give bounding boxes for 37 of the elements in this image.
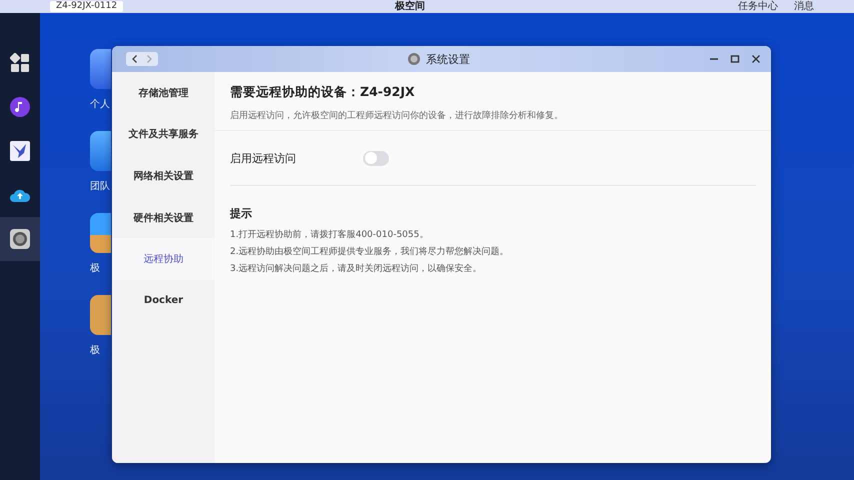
app-grid-icon: [10, 53, 30, 73]
sidebar-item[interactable]: 远程协助: [112, 238, 215, 280]
app-icon[interactable]: [90, 49, 111, 89]
tip-text: 1.打开远程协助前，请拨打客服400-010-5055。: [230, 228, 430, 242]
bird-icon: [10, 141, 30, 161]
sidebar-item[interactable]: 文件及共享服务: [112, 114, 215, 156]
device-name-field[interactable]: Z4-92JX-0112: [50, 1, 124, 12]
back-icon[interactable]: [130, 54, 140, 64]
sidebar-item[interactable]: 存储池管理: [112, 72, 215, 114]
sidebar-item[interactable]: 硬件相关设置: [112, 196, 215, 238]
app-icon[interactable]: [90, 213, 111, 253]
settings-icon: [408, 53, 420, 65]
tips-title: 提示: [230, 206, 253, 221]
toggle-switch[interactable]: [363, 150, 389, 166]
page-heading: 需要远程协助的设备：Z4-92JX: [230, 84, 416, 101]
app-icon[interactable]: [90, 295, 111, 335]
app-label: 个人: [90, 98, 110, 111]
app-label: 极: [90, 262, 100, 275]
description-text: 启用远程访问，允许极空间的工程师远程访问你的设备，进行故障排除分析和修复。: [230, 110, 564, 122]
logo-text: 极空间: [395, 0, 425, 12]
toggle-label: 启用远程访问: [230, 150, 297, 166]
cloud-upload-icon: [9, 187, 31, 203]
sidebar-item[interactable]: 网络相关设置: [112, 155, 215, 197]
sidebar-item[interactable]: Docker: [112, 280, 215, 322]
messages-link[interactable]: 消息: [794, 0, 814, 12]
settings-icon: [10, 229, 30, 249]
close-icon[interactable]: [751, 54, 761, 64]
tip-text: 2.远程协助由极空间工程师提供专业服务，我们将尽力帮您解决问题。: [230, 246, 510, 259]
music-note-icon: [10, 97, 30, 117]
app-label: 极: [90, 344, 100, 357]
tip-text: 3.远程访问解决问题之后，请及时关闭远程访问，以确保安全。: [230, 262, 483, 276]
app-label: 团队: [90, 180, 110, 193]
window-title: 系统设置: [426, 52, 470, 66]
task-center-link[interactable]: 任务中心: [738, 0, 778, 12]
dock-item[interactable]: [0, 217, 40, 261]
maximize-icon[interactable]: [730, 54, 740, 64]
app-icon[interactable]: [90, 131, 111, 171]
